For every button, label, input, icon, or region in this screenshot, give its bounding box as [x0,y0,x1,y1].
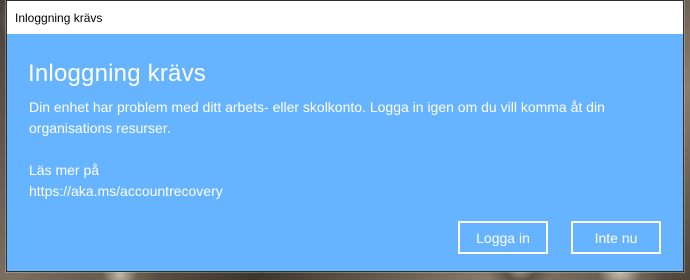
sign-in-required-window: Inloggning krävs Inloggning krävs Din en… [6,0,684,272]
learn-more-label: Läs mer på [29,162,100,178]
dialog-heading: Inloggning krävs [28,60,206,87]
login-button[interactable]: Logga in [458,221,548,254]
window-title: Inloggning krävs [15,10,103,25]
dialog-message: Din enhet har problem med ditt arbets- e… [29,99,605,136]
dialog-content: Inloggning krävs Din enhet har problem m… [7,34,683,271]
learn-more-link[interactable]: https://aka.ms/accountrecovery [29,181,223,202]
not-now-button[interactable]: Inte nu [571,221,661,254]
title-bar[interactable]: Inloggning krävs [7,1,683,34]
